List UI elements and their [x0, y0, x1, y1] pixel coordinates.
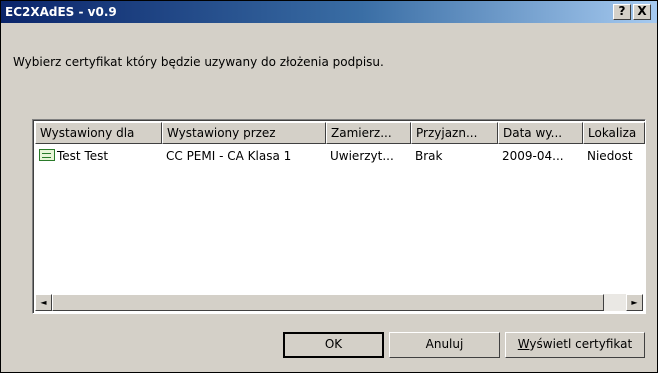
ok-button[interactable]: OK — [283, 332, 384, 358]
cell-issued-to: Test Test — [35, 147, 162, 167]
column-header-purpose[interactable]: Zamierz... — [326, 122, 411, 144]
column-header-expiry-date[interactable]: Data wy... — [498, 122, 583, 144]
view-button-mnemonic: W — [517, 337, 530, 351]
dialog-window: EC2XAdES - v0.9 ? X Wybierz certyfikat k… — [0, 0, 658, 373]
cancel-button[interactable]: Anuluj — [389, 332, 500, 358]
instruction-text: Wybierz certyfikat który będzie uzywany … — [13, 55, 384, 69]
column-header-friendly-name[interactable]: Przyjazn... — [411, 122, 498, 144]
title-bar[interactable]: EC2XAdES - v0.9 ? X — [1, 1, 657, 23]
view-button-label: yświetl certyfikat — [529, 337, 633, 351]
scroll-left-icon[interactable]: ◄ — [35, 294, 52, 311]
column-header-issued-to[interactable]: Wystawiony dla — [35, 122, 162, 144]
close-button[interactable]: X — [633, 4, 651, 20]
column-header-location[interactable]: Lokaliza — [583, 122, 645, 144]
scrollbar-thumb[interactable] — [52, 294, 604, 311]
view-certificate-button[interactable]: Wyświetl certyfikat — [505, 332, 645, 358]
cell-location: Niedost — [587, 149, 633, 163]
cell-issued-by: CC PEMI - CA Klasa 1 — [166, 149, 292, 163]
cell-friendly-name: Brak — [415, 149, 443, 163]
scroll-right-icon[interactable]: ► — [626, 294, 643, 311]
column-header-issued-by[interactable]: Wystawiony przez — [162, 122, 326, 144]
cell-issued-to-text: Test Test — [57, 149, 109, 163]
cell-expiry-date: 2009-04... — [502, 149, 564, 163]
list-header: Wystawiony dla Wystawiony przez Zamierz.… — [35, 122, 645, 144]
certificate-list[interactable]: Wystawiony dla Wystawiony przez Zamierz.… — [32, 119, 646, 314]
table-row[interactable]: Test Test CC PEMI - CA Klasa 1 Uwierzyt.… — [35, 147, 645, 167]
help-button[interactable]: ? — [613, 4, 631, 20]
certificate-icon — [39, 149, 55, 161]
window-title: EC2XAdES - v0.9 — [5, 5, 117, 19]
cell-purpose: Uwierzyt... — [330, 149, 394, 163]
horizontal-scrollbar[interactable]: ◄ ► — [35, 294, 643, 311]
